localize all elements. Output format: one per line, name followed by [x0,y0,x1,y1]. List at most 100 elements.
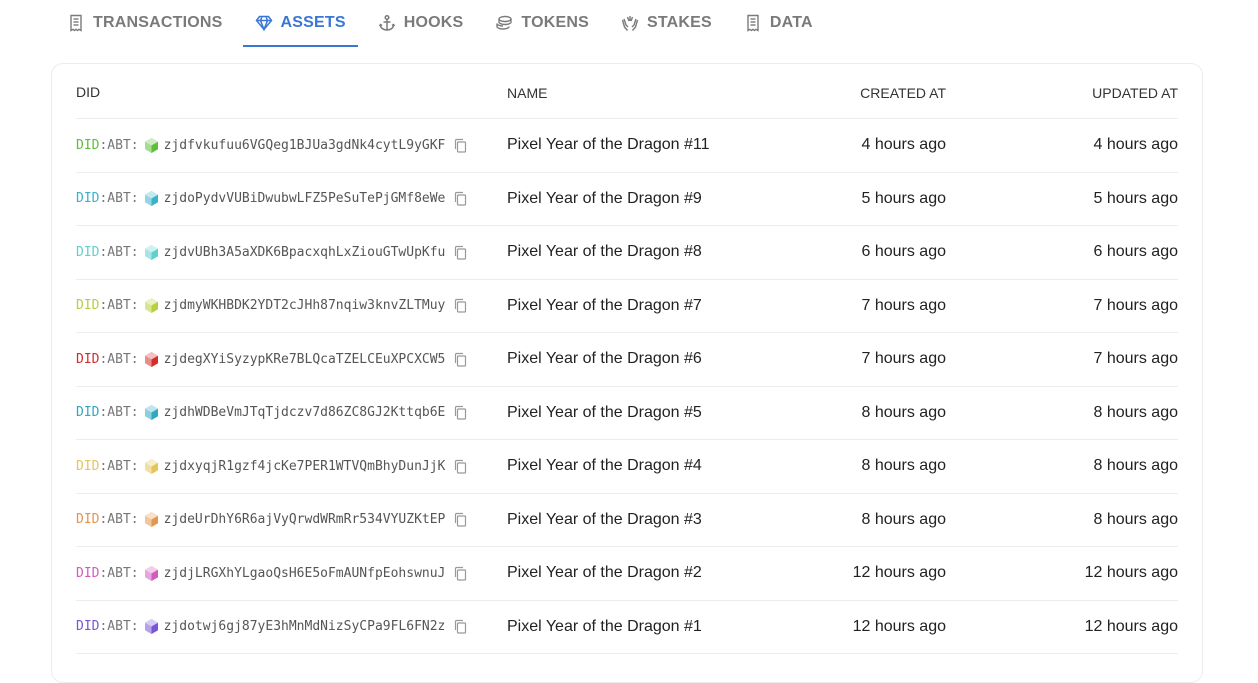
did-prefix: DID [76,137,100,153]
tab-label: HOOKS [403,13,464,31]
did-prefix: DID [76,512,100,528]
assets-table-card: DID NAME CREATED AT UPDATED AT DID:ABT: z… [51,63,1203,683]
table-row[interactable]: DID:ABT: zjdhWDBeVmJTqTjdczv7d86ZC8GJ2Ktt… [76,387,1178,440]
tab-stakes[interactable]: STAKES [609,0,724,47]
created-at: 8 hours ago [861,457,946,475]
did-cell: DID:ABT: zjdfvkufuu6VGQeg1BJUa3gdNk4cytL9… [76,137,468,154]
asset-name-link[interactable]: Pixel Year of the Dragon #7 [507,297,702,315]
table-row[interactable]: DID:ABT: zjdotwj6gj87yE3hMnMdNizSyCPa9FL6… [76,601,1178,654]
table-row[interactable]: DID:ABT: zjdoPydvVUBiDwubwLFZ5PeSuTePjGMf… [76,173,1178,226]
asset-avatar-icon [143,297,160,314]
did-cell: DID:ABT: zjdeUrDhY6R6ajVyQrwdWRmRr534VYUZ… [76,511,468,528]
column-header-created-at[interactable]: CREATED AT [860,85,946,101]
copy-icon[interactable] [453,352,468,367]
tab-transactions[interactable]: TRANSACTIONS [55,0,235,47]
asset-name-link[interactable]: Pixel Year of the Dragon #5 [507,404,702,422]
did-method: :ABT: [99,512,139,528]
updated-at: 6 hours ago [1093,243,1178,261]
updated-at: 5 hours ago [1093,189,1178,207]
table-body: DID:ABT: zjdfvkufuu6VGQeg1BJUa3gdNk4cytL9… [76,119,1178,654]
tab-hooks[interactable]: HOOKS [366,0,476,47]
did-cell: DID:ABT: zjdmyWKHBDK2YDT2cJHh87nqiw3knvZL… [76,297,468,314]
created-at: 7 hours ago [861,296,946,314]
column-header-name[interactable]: NAME [507,85,547,101]
asset-avatar-icon [143,137,160,154]
updated-at: 7 hours ago [1093,296,1178,314]
did-address-link[interactable]: zjdxyqjR1gzf4jcKe7PER1WTVQmBhyDunJjK [164,459,446,474]
did-address-link[interactable]: zjdvUBh3A5aXDK6BpacxqhLxZiouGTwUpKfu [164,245,446,260]
did-method: :ABT: [99,565,139,581]
copy-icon[interactable] [453,619,468,634]
asset-avatar-icon [143,618,160,635]
did-cell: DID:ABT: zjdvUBh3A5aXDK6BpacxqhLxZiouGTwU… [76,244,468,261]
tab-bar: TRANSACTIONS ASSETS HOOKS TOKENS STAKES DATA [55,0,833,47]
table-row[interactable]: DID:ABT: zjdvUBh3A5aXDK6BpacxqhLxZiouGTwU… [76,226,1178,280]
tab-label: DATA [769,13,813,31]
asset-avatar-icon [143,244,160,261]
did-address-link[interactable]: zjdegXYiSyzypKRe7BLQcaTZELCEuXPCXCW5 [164,352,446,367]
column-header-did[interactable]: DID [76,84,100,100]
asset-name-link[interactable]: Pixel Year of the Dragon #2 [507,564,702,582]
did-address-link[interactable]: zjdjLRGXhYLgaoQsH6E5oFmAUNfpEohswnuJ [164,566,446,581]
column-header-updated-at[interactable]: UPDATED AT [1092,85,1178,101]
tab-label: STAKES [647,13,712,31]
created-at: 6 hours ago [861,243,946,261]
did-cell: DID:ABT: zjdjLRGXhYLgaoQsH6E5oFmAUNfpEohs… [76,565,468,582]
asset-name-link[interactable]: Pixel Year of the Dragon #6 [507,350,702,368]
did-address-link[interactable]: zjdotwj6gj87yE3hMnMdNizSyCPa9FL6FN2z [164,619,446,634]
asset-name-link[interactable]: Pixel Year of the Dragon #8 [507,243,702,261]
did-address-link[interactable]: zjdoPydvVUBiDwubwLFZ5PeSuTePjGMf8eWe [164,191,446,206]
created-at: 8 hours ago [861,510,946,528]
did-method: :ABT: [99,191,139,207]
table-row[interactable]: DID:ABT: zjdeUrDhY6R6ajVyQrwdWRmRr534VYUZ… [76,494,1178,547]
tab-tokens[interactable]: TOKENS [483,0,601,47]
asset-name-link[interactable]: Pixel Year of the Dragon #1 [507,618,702,636]
did-method: :ABT: [99,137,139,153]
asset-name-link[interactable]: Pixel Year of the Dragon #3 [507,511,702,529]
asset-name-link[interactable]: Pixel Year of the Dragon #9 [507,190,702,208]
asset-avatar-icon [143,565,160,582]
table-row[interactable]: DID:ABT: zjdjLRGXhYLgaoQsH6E5oFmAUNfpEohs… [76,547,1178,601]
did-prefix: DID [76,619,100,635]
did-address-link[interactable]: zjdeUrDhY6R6ajVyQrwdWRmRr534VYUZKtEP [164,512,446,527]
tab-label: ASSETS [280,13,346,31]
updated-at: 4 hours ago [1093,136,1178,154]
did-cell: DID:ABT: zjdotwj6gj87yE3hMnMdNizSyCPa9FL6… [76,618,468,635]
table-row[interactable]: DID:ABT: zjdegXYiSyzypKRe7BLQcaTZELCEuXPC… [76,333,1178,387]
did-prefix: DID [76,244,100,260]
table-row[interactable]: DID:ABT: zjdmyWKHBDK2YDT2cJHh87nqiw3knvZL… [76,280,1178,333]
copy-icon[interactable] [453,459,468,474]
did-method: :ABT: [99,458,139,474]
copy-icon[interactable] [453,512,468,527]
did-prefix: DID [76,458,100,474]
tab-assets[interactable]: ASSETS [242,0,358,47]
copy-icon[interactable] [453,245,468,260]
did-address-link[interactable]: zjdfvkufuu6VGQeg1BJUa3gdNk4cytL9yGKF [164,138,446,153]
asset-avatar-icon [143,404,160,421]
table-row[interactable]: DID:ABT: zjdxyqjR1gzf4jcKe7PER1WTVQmBhyDu… [76,440,1178,494]
did-address-link[interactable]: zjdhWDBeVmJTqTjdczv7d86ZC8GJ2Kttqb6E [164,405,446,420]
asset-avatar-icon [143,458,160,475]
did-address-link[interactable]: zjdmyWKHBDK2YDT2cJHh87nqiw3knvZLTMuy [164,298,446,313]
asset-name-link[interactable]: Pixel Year of the Dragon #11 [507,136,710,154]
asset-name-link[interactable]: Pixel Year of the Dragon #4 [507,457,702,475]
did-prefix: DID [76,298,100,314]
asset-avatar-icon [143,190,160,207]
copy-icon[interactable] [453,405,468,420]
copy-icon[interactable] [453,566,468,581]
receipt-icon [744,14,762,32]
updated-at: 7 hours ago [1093,350,1178,368]
asset-avatar-icon [143,511,160,528]
table-row[interactable]: DID:ABT: zjdfvkufuu6VGQeg1BJUa3gdNk4cytL9… [76,119,1178,173]
updated-at: 8 hours ago [1093,403,1178,421]
diamond-icon [255,14,273,32]
updated-at: 12 hours ago [1084,564,1178,582]
copy-icon[interactable] [453,138,468,153]
tab-data[interactable]: DATA [732,0,825,47]
copy-icon[interactable] [453,298,468,313]
did-method: :ABT: [99,244,139,260]
did-method: :ABT: [99,351,139,367]
created-at: 4 hours ago [861,136,946,154]
copy-icon[interactable] [453,191,468,206]
created-at: 12 hours ago [852,564,946,582]
